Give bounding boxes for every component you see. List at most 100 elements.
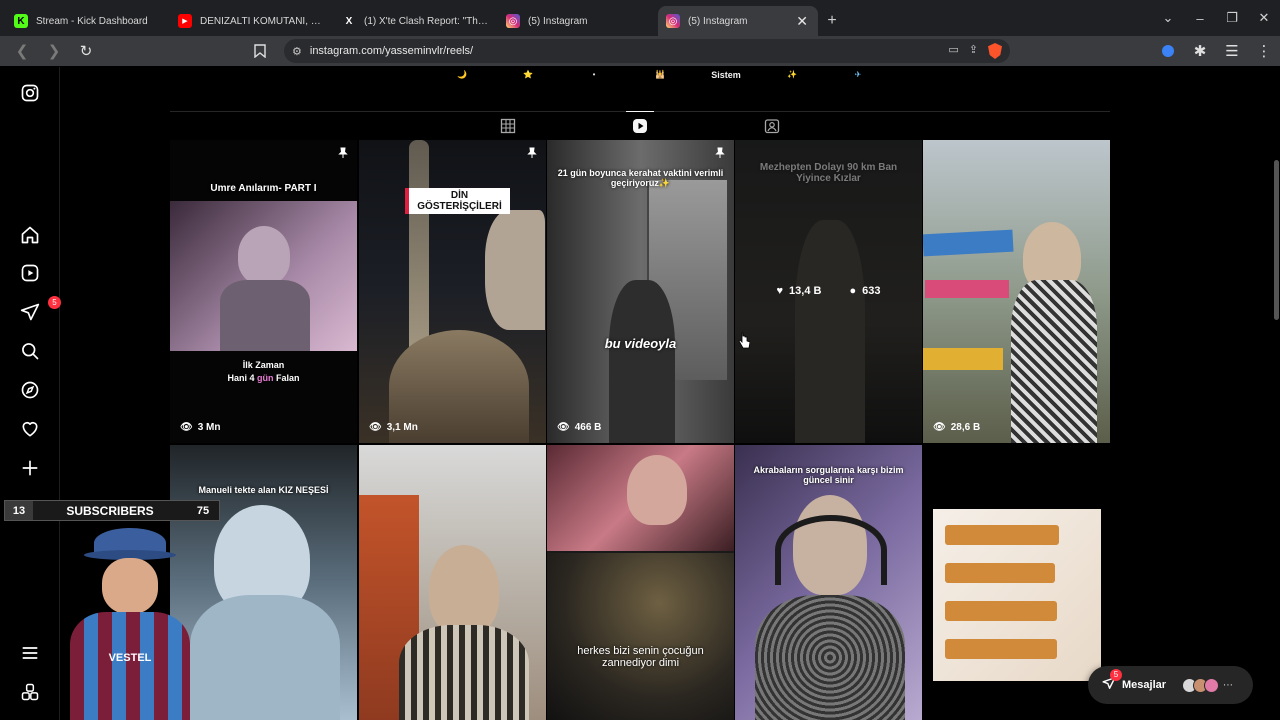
reels-grid: Umre Anılarım- PART I İlk Zaman Hani 4 g…	[170, 140, 1110, 720]
highlight-item[interactable]: 🌙	[430, 70, 494, 80]
highlight-item[interactable]: 🕌	[628, 70, 692, 80]
restore-icon[interactable]: ❐	[1216, 0, 1248, 36]
hover-stats: ♥ 13,4 B ● 633	[735, 285, 922, 297]
grid-icon	[500, 118, 516, 134]
chevron-down-icon[interactable]: ⌄	[1152, 0, 1184, 36]
views-value: 28,6 B	[950, 422, 981, 433]
highlight-item[interactable]: ✨	[760, 70, 824, 80]
highlight-item[interactable]: ⭐	[496, 70, 560, 80]
view-count: 👁 3 Mn	[180, 422, 220, 433]
reel-thumbnail[interactable]: herkes bizi senin çocuğun zannediyor dim…	[547, 445, 734, 720]
instagram-sidebar: 5	[0, 67, 61, 720]
eye-icon: 👁	[369, 422, 382, 433]
views-value: 466 B	[574, 422, 602, 433]
browser-tab-instagram-active[interactable]: ◎ (5) Instagram ✕	[658, 6, 818, 36]
views-value: 3 Mn	[197, 422, 221, 433]
extension-blue-icon[interactable]	[1152, 36, 1184, 66]
explore-icon[interactable]	[18, 378, 42, 402]
browser-tab-x[interactable]: X (1) X'te Clash Report: "This marks the	[334, 6, 498, 36]
reel-thumbnail[interactable]	[359, 445, 546, 720]
highlight-label: 🕌	[655, 70, 665, 79]
heart-filled-icon: ♥	[776, 285, 784, 297]
reels-icon[interactable]	[18, 261, 42, 285]
caption-highlight: gün	[257, 373, 274, 383]
sign-tokyo	[923, 348, 1003, 370]
sign	[945, 563, 1055, 583]
sign	[925, 280, 1009, 298]
highlight-item[interactable]: •	[562, 70, 626, 80]
tab-title: Stream - Kick Dashboard	[36, 15, 148, 27]
share-icon[interactable]: ⇪	[969, 43, 978, 59]
address-bar-actions: ▭ ⇪	[948, 43, 1002, 59]
browser-tab-kick[interactable]: K Stream - Kick Dashboard	[6, 6, 170, 36]
reel-thumbnail[interactable]: Akrabaların sorgularına karşı bizim günc…	[735, 445, 922, 720]
home-icon[interactable]	[18, 223, 42, 247]
reel-title: Akrabaların sorgularına karşı bizim günc…	[753, 465, 904, 485]
tab-title: DENİZALTI KOMUTANI, DENİZALTI SA	[200, 15, 326, 27]
x-icon: X	[345, 15, 353, 27]
tab-title: (5) Instagram	[688, 15, 748, 27]
close-icon[interactable]: ✕	[796, 13, 808, 30]
playlist-icon[interactable]: ☰	[1216, 36, 1248, 66]
person-figure	[609, 280, 675, 443]
person-figure	[399, 625, 529, 720]
messages-icon[interactable]: 5	[18, 296, 61, 324]
more-dots-icon: ⋯	[1223, 679, 1234, 691]
tab-tagged[interactable]	[754, 112, 790, 140]
browser-tab-youtube[interactable]: ▶ DENİZALTI KOMUTANI, DENİZALTI SA	[170, 6, 334, 36]
comments-value: 633	[862, 285, 881, 297]
create-icon[interactable]	[18, 456, 42, 480]
reel-thumbnail[interactable]	[923, 445, 1110, 720]
reel-thumbnail[interactable]: 👁 28,6 B	[923, 140, 1110, 443]
headphones	[775, 515, 887, 585]
close-window-icon[interactable]: ✕	[1248, 0, 1280, 36]
reel-thumbnail[interactable]: DİN GÖSTERİŞÇİLERİ 👁 3,1 Mn	[359, 140, 546, 443]
tab-posts[interactable]	[490, 112, 526, 140]
messages-badge: 5	[1110, 668, 1122, 681]
page-scrollbar[interactable]	[1274, 160, 1279, 320]
highlight-item[interactable]: ✈	[826, 70, 890, 80]
new-tab-button[interactable]: +	[818, 6, 846, 36]
reel-thumbnail[interactable]: Umre Anılarım- PART I İlk Zaman Hani 4 g…	[170, 140, 357, 443]
person-figure	[1011, 280, 1097, 443]
face	[102, 558, 158, 614]
story-highlights: 🌙 ⭐ • 🕌 Sistem ✨ ✈	[430, 70, 892, 80]
minimize-icon[interactable]: –	[1184, 0, 1216, 36]
highlight-item[interactable]: Sistem	[694, 70, 758, 80]
reel-thumbnail[interactable]: Manueli tekte alan KIZ NEŞESİ	[170, 445, 357, 720]
back-icon[interactable]: ❮	[6, 36, 38, 66]
reel-caption: İlk Zaman	[242, 360, 285, 370]
reel-title: Umre Anılarım- PART I	[210, 183, 317, 194]
view-count: 👁 3,1 Mn	[369, 422, 418, 433]
site-settings-icon[interactable]: ⚙	[292, 45, 302, 58]
subscriber-count-left: 13	[5, 501, 33, 520]
tab-title: (1) X'te Clash Report: "This marks the	[364, 15, 490, 27]
address-bar[interactable]: ⚙ instagram.com/yasseminvlr/reels/ ▭ ⇪	[284, 39, 1010, 63]
reload-icon[interactable]: ↻	[70, 36, 102, 66]
browser-toolbar: ❮ ❯ ↻ ⚙ instagram.com/yasseminvlr/reels/…	[0, 36, 1280, 66]
brave-shields-icon[interactable]	[988, 43, 1002, 59]
menu-icon[interactable]: ⋮	[1248, 36, 1280, 66]
kick-icon: K	[14, 14, 28, 28]
bookmark-icon[interactable]	[244, 36, 276, 66]
extensions-icon[interactable]: ✱	[1184, 36, 1216, 66]
also-from-meta-icon[interactable]	[18, 680, 42, 704]
messages-button[interactable]: 5 Mesajlar ⋯	[1088, 666, 1253, 704]
reel-thumbnail-hovered[interactable]: Mezhepten Dolayı 90 km Ban Yiyince Kızla…	[735, 140, 922, 443]
cast-icon[interactable]: ▭	[948, 43, 958, 59]
eye-icon: 👁	[180, 422, 193, 433]
hand-cursor-icon	[738, 332, 750, 349]
reel-thumbnail[interactable]: 21 gün boyunca kerahat vaktini verimli g…	[547, 140, 734, 443]
message-avatars	[1182, 677, 1220, 693]
browser-tab-instagram[interactable]: ◎ (5) Instagram	[498, 6, 618, 36]
tab-reels[interactable]	[622, 111, 658, 140]
search-icon[interactable]	[18, 339, 42, 363]
likes-stat: ♥ 13,4 B	[777, 285, 822, 297]
likes-value: 13,4 B	[789, 285, 822, 297]
heart-icon[interactable]	[18, 417, 42, 441]
more-menu-icon[interactable]	[18, 641, 42, 665]
jersey	[70, 612, 190, 720]
instagram-logo-icon[interactable]	[18, 81, 42, 105]
notification-badge: 5	[48, 296, 61, 309]
forward-icon[interactable]: ❯	[38, 36, 70, 66]
